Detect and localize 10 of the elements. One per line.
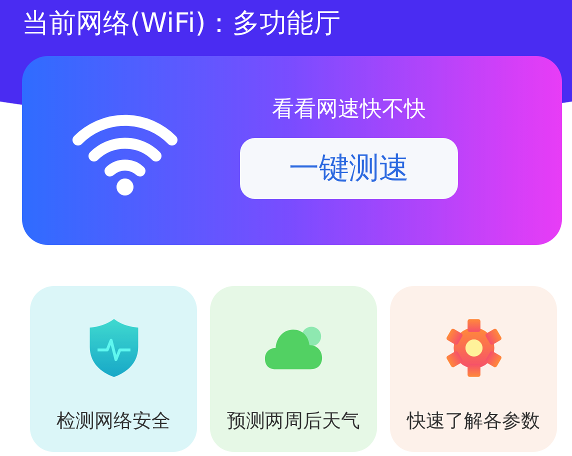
speed-test-button[interactable]: 一键测速 [240,138,458,199]
gear-icon [444,318,504,378]
tile-label: 快速了解各参数 [407,409,540,434]
feature-tile[interactable]: 预测两周后天气 [210,286,377,452]
feature-tile[interactable]: 快速了解各参数 [390,286,557,452]
network-title: 当前网络(WiFi)：多功能厅 [22,7,342,41]
feature-tile[interactable]: 检测网络安全 [30,286,197,452]
tile-label: 预测两周后天气 [227,409,360,434]
speed-prompt: 看看网速快不快 [272,96,426,124]
tile-label: 检测网络安全 [56,409,170,434]
